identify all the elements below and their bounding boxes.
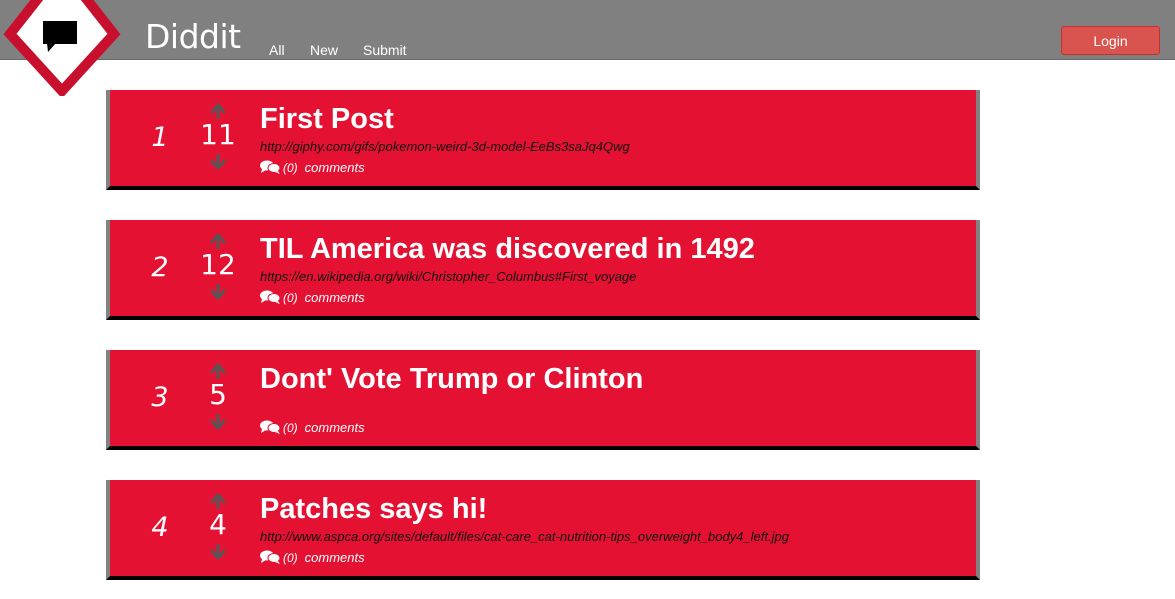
logo-chat-bubble-diamond-icon[interactable] (0, 0, 124, 96)
post-title-link[interactable]: Patches says hi! (260, 493, 487, 526)
post-item-2: 2 12 TIL America was discovered in 1492 … (106, 220, 980, 320)
comments-icon (260, 550, 281, 564)
post-item-3: 3 5 Dont' Vote Trump or Clinton (0) comme… (106, 350, 980, 450)
upvote-arrow-icon[interactable] (206, 363, 230, 379)
top-navbar: Diddit All New Submit Login (0, 0, 1175, 60)
nav-new[interactable]: New (310, 42, 338, 58)
post-comments: (0) comments (260, 290, 365, 305)
comment-count: (0) (283, 161, 298, 175)
post-rank: 1 (151, 122, 169, 153)
post-score: 4 (209, 508, 227, 541)
nav-all[interactable]: All (269, 42, 285, 58)
downvote-arrow-icon[interactable] (206, 544, 230, 560)
post-comments: (0) comments (260, 420, 365, 435)
login-button[interactable]: Login (1061, 26, 1160, 55)
post-item-1: 1 11 First Post http://giphy.com/gifs/po… (106, 90, 980, 190)
post-score: 12 (200, 248, 236, 281)
upvote-arrow-icon[interactable] (206, 103, 230, 119)
comment-count: (0) (283, 421, 298, 435)
downvote-arrow-icon[interactable] (206, 284, 230, 300)
post-score: 11 (200, 118, 236, 151)
post-url[interactable]: http://www.aspca.org/sites/default/files… (260, 529, 789, 544)
post-title-link[interactable]: Dont' Vote Trump or Clinton (260, 363, 643, 396)
comment-count: (0) (283, 291, 298, 305)
upvote-arrow-icon[interactable] (206, 493, 230, 509)
post-item-4: 4 4 Patches says hi! http://www.aspca.or… (106, 480, 980, 580)
nav-submit[interactable]: Submit (363, 42, 407, 58)
upvote-arrow-icon[interactable] (206, 233, 230, 249)
comments-icon (260, 160, 281, 174)
comments-icon (260, 420, 281, 434)
post-score: 5 (209, 378, 227, 411)
post-title-link[interactable]: TIL America was discovered in 1492 (260, 233, 755, 266)
comments-link[interactable]: comments (305, 290, 365, 305)
comments-link[interactable]: comments (305, 160, 365, 175)
comments-link[interactable]: comments (305, 420, 365, 435)
downvote-arrow-icon[interactable] (206, 154, 230, 170)
post-rank: 2 (151, 252, 169, 283)
post-title-link[interactable]: First Post (260, 103, 394, 136)
comments-link[interactable]: comments (305, 550, 365, 565)
comment-count: (0) (283, 551, 298, 565)
post-url[interactable]: https://en.wikipedia.org/wiki/Christophe… (260, 269, 636, 284)
post-comments: (0) comments (260, 160, 365, 175)
post-url[interactable]: http://giphy.com/gifs/pokemon-weird-3d-m… (260, 139, 630, 154)
post-rank: 4 (151, 512, 169, 543)
downvote-arrow-icon[interactable] (206, 414, 230, 430)
post-comments: (0) comments (260, 550, 365, 565)
post-rank: 3 (151, 382, 169, 413)
comments-icon (260, 290, 281, 304)
brand-name[interactable]: Diddit (145, 20, 241, 53)
